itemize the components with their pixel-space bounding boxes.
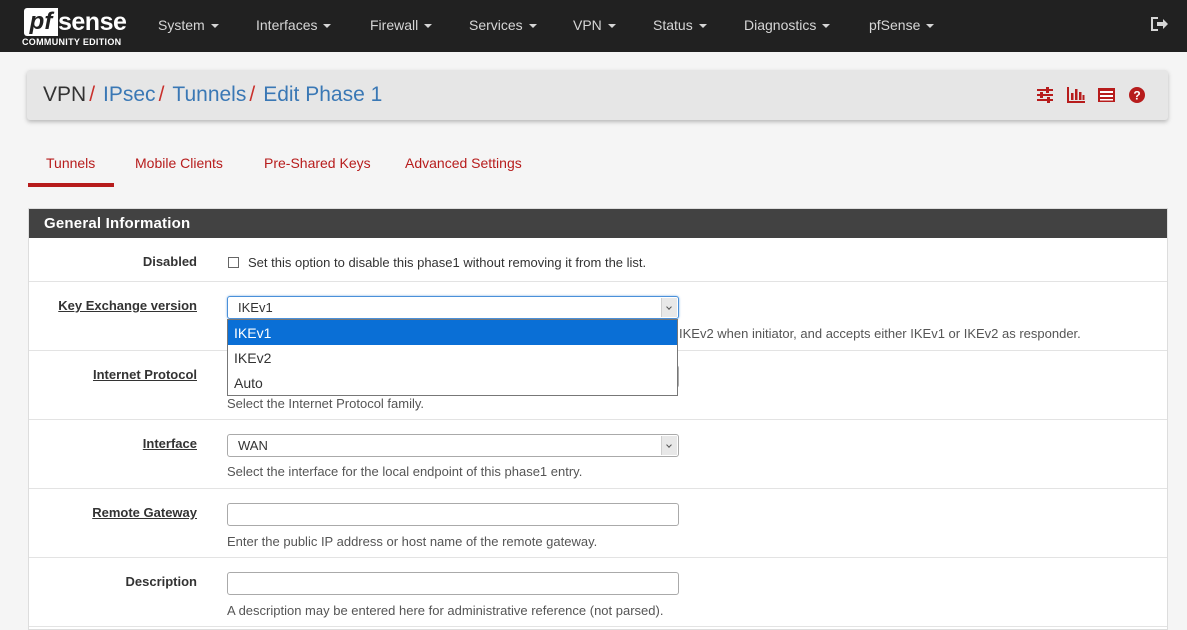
nav-firewall[interactable]: Firewall (370, 17, 433, 33)
pfsense-logo[interactable]: pf sense COMMUNITY EDITION (22, 6, 132, 48)
logo-sense: sense (58, 8, 127, 36)
remote-gateway-help: Enter the public IP address or host name… (227, 534, 598, 549)
help-icon[interactable]: ? (1128, 86, 1146, 107)
tab-pre-shared-keys[interactable]: Pre-Shared Keys (264, 155, 371, 171)
caret-down-icon (926, 24, 935, 29)
nav-interfaces[interactable]: Interfaces (256, 17, 332, 33)
nav-pfsense[interactable]: pfSense (869, 17, 935, 33)
nav-status[interactable]: Status (653, 17, 707, 33)
nav-system[interactable]: System (158, 17, 219, 33)
chevron-down-icon (661, 436, 677, 455)
disabled-checkbox[interactable] (228, 257, 239, 268)
svg-text:?: ? (1133, 89, 1140, 103)
active-tab-indicator (28, 183, 114, 187)
logo-edition: COMMUNITY EDITION (22, 37, 122, 47)
caret-down-icon (210, 24, 219, 29)
row-remote-gateway: Remote Gateway Enter the public IP addre… (29, 489, 1167, 558)
general-information-panel: General Information Disabled Set this op… (28, 208, 1168, 630)
tab-mobile-clients[interactable]: Mobile Clients (135, 155, 223, 171)
chevron-down-icon (661, 298, 677, 317)
label-key-exchange[interactable]: Key Exchange version (58, 298, 197, 313)
caret-down-icon (528, 24, 537, 29)
nav-services[interactable]: Services (469, 17, 537, 33)
breadcrumb-edit-phase1[interactable]: Edit Phase 1 (263, 83, 382, 106)
caret-down-icon (822, 24, 831, 29)
key-exchange-dropdown: IKEv1 IKEv2 Auto (227, 319, 678, 396)
row-description: Description A description may be entered… (29, 558, 1167, 627)
bar-chart-icon[interactable] (1066, 86, 1086, 107)
label-internet-protocol[interactable]: Internet Protocol (93, 367, 197, 382)
label-interface[interactable]: Interface (143, 436, 197, 451)
key-exchange-help: IKEv2 when initiator, and accepts either… (679, 326, 1081, 341)
label-disabled: Disabled (142, 254, 197, 269)
label-remote-gateway[interactable]: Remote Gateway (92, 505, 197, 520)
list-icon[interactable] (1097, 86, 1116, 107)
caret-down-icon (323, 24, 332, 29)
option-ikev2[interactable]: IKEv2 (228, 345, 677, 370)
breadcrumb-bar: VPN / IPsec / Tunnels / Edit Phase 1 ? (27, 70, 1168, 120)
description-help: A description may be entered here for ad… (227, 603, 664, 618)
label-description: Description (125, 574, 197, 589)
disabled-checkbox-text: Set this option to disable this phase1 w… (248, 255, 647, 270)
logout-icon[interactable] (1150, 16, 1168, 32)
tab-tunnels[interactable]: Tunnels (46, 155, 95, 171)
sliders-icon[interactable] (1036, 86, 1054, 107)
option-auto[interactable]: Auto (228, 370, 677, 395)
nav-diagnostics[interactable]: Diagnostics (744, 17, 831, 33)
breadcrumb-actions: ? (1028, 86, 1146, 104)
interface-help: Select the interface for the local endpo… (227, 464, 583, 479)
row-disabled: Disabled Set this option to disable this… (29, 238, 1167, 282)
breadcrumb-tunnels[interactable]: Tunnels (172, 83, 246, 106)
row-interface: Interface WAN Select the interface for t… (29, 420, 1167, 489)
caret-down-icon (698, 24, 707, 29)
remote-gateway-input[interactable] (227, 503, 679, 526)
top-navbar: pf sense COMMUNITY EDITION System Interf… (0, 0, 1187, 52)
breadcrumb-root: VPN (43, 83, 87, 106)
internet-protocol-help: Select the Internet Protocol family. (227, 396, 425, 411)
breadcrumb: VPN / IPsec / Tunnels / Edit Phase 1 (43, 83, 383, 106)
breadcrumb-ipsec[interactable]: IPsec (103, 83, 156, 106)
caret-down-icon (607, 24, 616, 29)
tab-advanced-settings[interactable]: Advanced Settings (405, 155, 522, 171)
logo-pf: pf (24, 8, 58, 36)
nav-vpn[interactable]: VPN (573, 17, 616, 33)
caret-down-icon (424, 24, 433, 29)
description-input[interactable] (227, 572, 679, 595)
interface-select[interactable]: WAN (227, 434, 679, 457)
key-exchange-select[interactable]: IKEv1 (227, 296, 679, 319)
option-ikev1[interactable]: IKEv1 (228, 320, 677, 345)
panel-title: General Information (29, 209, 1167, 238)
